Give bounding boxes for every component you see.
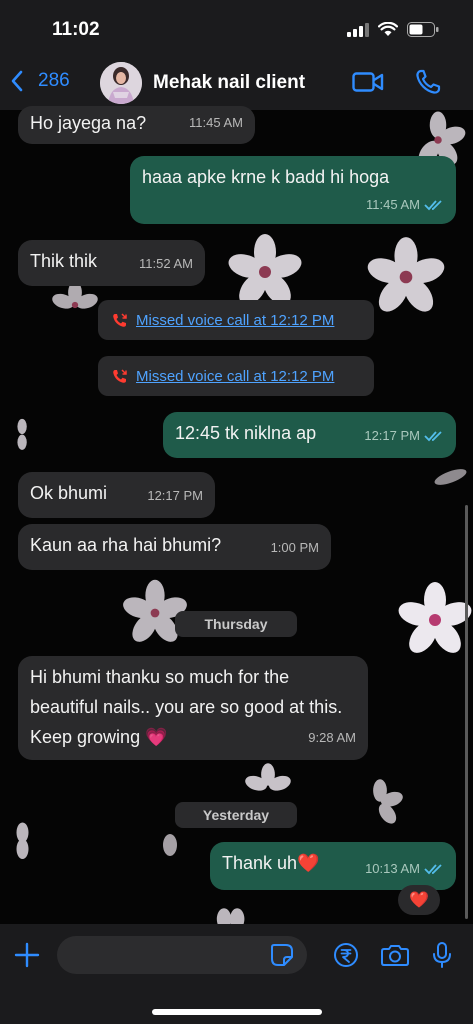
flower-decoration <box>434 469 467 485</box>
message-outgoing[interactable]: 12:45 tk niklna ap 12:17 PM <box>163 412 456 458</box>
flower-decoration <box>163 834 177 856</box>
sticker-icon[interactable] <box>270 943 294 967</box>
home-indicator <box>152 1009 322 1015</box>
plus-icon[interactable] <box>14 942 40 968</box>
message-text: Thank uh❤️ <box>222 853 320 873</box>
reaction-emoji: ❤️ <box>409 892 429 909</box>
chat-header: 286 Mehak nail client <box>0 56 473 110</box>
message-incoming[interactable]: Ok bhumi 12:17 PM <box>18 472 215 518</box>
message-time: 12:17 PM <box>364 423 444 449</box>
flower-decoration <box>367 237 445 312</box>
back-count: 286 <box>38 70 70 91</box>
message-incoming[interactable]: Hi bhumi thanku so much for the beautifu… <box>18 656 368 760</box>
message-text: Kaun aa rha hai bhumi? <box>30 535 222 555</box>
phone-icon[interactable] <box>415 69 441 95</box>
back-chevron-icon <box>11 70 23 92</box>
message-composer <box>0 924 473 1024</box>
date-separator: Thursday <box>175 611 297 637</box>
message-incoming[interactable]: Thik thik 11:52 AM <box>18 240 205 286</box>
status-icons <box>347 22 439 37</box>
missed-call-icon <box>113 369 127 383</box>
read-ticks-icon <box>424 200 442 211</box>
status-bar: 11:02 <box>0 0 473 56</box>
mic-icon[interactable] <box>431 941 453 969</box>
message-incoming[interactable]: Ho jayega na? 11:45 AM <box>18 106 255 144</box>
flower-decoration <box>16 822 29 859</box>
message-text: Thik thik <box>30 251 98 271</box>
avatar-image <box>100 62 142 104</box>
missed-call-link[interactable]: Missed voice call at 12:12 PM <box>136 368 334 385</box>
message-reaction[interactable]: ❤️ <box>398 885 440 915</box>
rupee-icon[interactable] <box>333 942 359 968</box>
message-text: Ho jayega na? <box>30 113 147 133</box>
camera-icon[interactable] <box>381 943 409 967</box>
message-time: 11:52 AM <box>139 256 193 271</box>
message-time: 12:17 PM <box>147 488 203 503</box>
missed-call-icon <box>113 313 127 327</box>
flower-decoration <box>398 582 472 653</box>
scrollbar[interactable] <box>465 505 468 919</box>
contact-name[interactable]: Mehak nail client <box>153 72 305 94</box>
back-button[interactable]: 286 <box>10 70 70 92</box>
message-text: Ok bhumi <box>30 483 108 503</box>
wifi-icon <box>378 22 398 36</box>
message-time: 11:45 AM <box>189 115 243 130</box>
date-separator: Yesterday <box>175 802 297 828</box>
flower-decoration <box>373 779 403 824</box>
message-text: Hi bhumi thanku so much for the beautifu… <box>30 667 343 747</box>
video-call-icon[interactable] <box>352 71 384 93</box>
flower-decoration <box>17 418 27 450</box>
message-time: 1:00 PM <box>270 540 319 555</box>
avatar[interactable] <box>100 62 142 104</box>
message-outgoing[interactable]: Thank uh❤️ 10:13 AM <box>210 842 456 890</box>
missed-call-link[interactable]: Missed voice call at 12:12 PM <box>136 312 334 329</box>
message-time: 9:28 AM <box>308 730 356 745</box>
signal-icon <box>347 22 369 37</box>
message-text: 12:45 tk niklna ap <box>175 423 317 443</box>
missed-call-notice[interactable]: Missed voice call at 12:12 PM <box>98 300 374 340</box>
read-ticks-icon <box>424 864 442 875</box>
read-ticks-icon <box>424 431 442 442</box>
status-time: 11:02 <box>52 19 100 40</box>
message-incoming[interactable]: Kaun aa rha hai bhumi? 1:00 PM <box>18 524 331 570</box>
battery-icon <box>407 22 439 37</box>
message-text: haaa apke krne k badd hi hoga <box>142 167 390 187</box>
message-outgoing[interactable]: haaa apke krne k badd hi hoga 11:45 AM <box>130 156 456 224</box>
message-time: 10:13 AM <box>365 856 444 882</box>
missed-call-notice[interactable]: Missed voice call at 12:12 PM <box>98 356 374 396</box>
message-time: 11:45 AM <box>366 192 444 218</box>
